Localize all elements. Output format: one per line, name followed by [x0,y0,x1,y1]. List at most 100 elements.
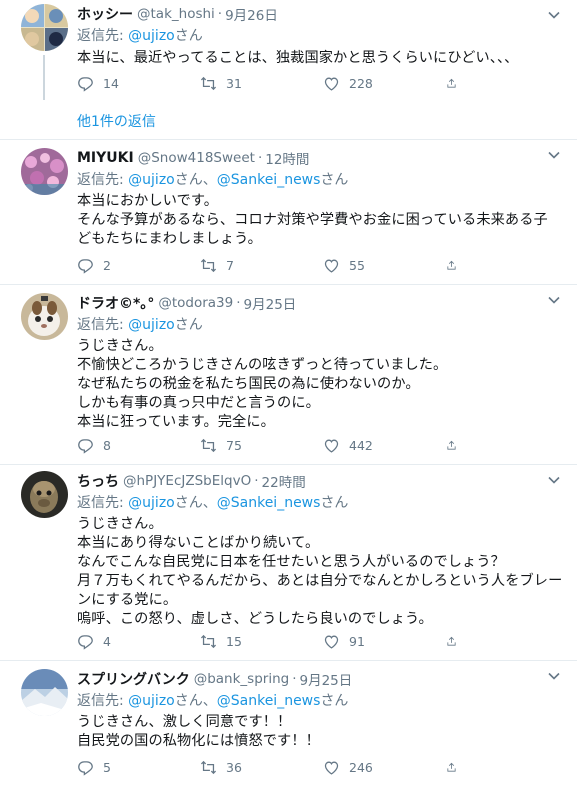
tweet-text: うじきさん、激しく同意です！！ 自民党の国の私物化には憤怒です！！ [77,713,565,751]
reply-icon [78,76,93,92]
share-button[interactable] [446,257,466,274]
display-name[interactable]: ドラオ©*｡° [77,293,154,313]
tweet-line: そんな予算があるなら、コロナ対策や学費やお金に困っている未来ある子 [77,212,548,228]
chevron-down-icon[interactable] [547,669,561,683]
share-button[interactable] [446,633,466,650]
tweet[interactable]: スプリングバンク @bank_spring · 9月25日 返信先: @ujiz… [0,661,577,791]
reply-button[interactable]: 4 [77,633,200,650]
reply-prefix: 返信先: [77,495,129,511]
retweet-icon [200,634,217,648]
retweet-button[interactable]: 36 [200,759,323,776]
display-name[interactable]: ホッシー [77,4,133,24]
mention-link[interactable]: @ujizo [128,495,175,511]
mention-link[interactable]: @ujizo [128,28,175,44]
tweet-line: 月７万もくれてやるんだから、あとは自分でなんとかしろという人をブレー [77,573,563,589]
retweet-button[interactable]: 31 [200,75,323,92]
timestamp[interactable]: 12時間 [265,148,309,168]
tweet-text: うじきさん。 本当にあり得ないことばかり続いて。 なんでこんな自民党に日本を任せ… [77,515,565,629]
share-icon [447,260,456,270]
chevron-down-icon[interactable] [547,473,561,487]
retweet-button[interactable]: 7 [200,257,323,274]
reply-button[interactable]: 14 [77,75,200,92]
retweet-count: 31 [226,75,242,91]
reply-to: 返信先: @ujizoさん、@Sankei_newsさん [77,492,565,512]
retweet-count: 75 [226,437,242,453]
show-more-replies-link[interactable]: 他1件の返信 [77,111,156,131]
reply-count: 14 [103,75,119,91]
tweet-line: 本当に、最近やってることは、独裁国家かと思うくらいにひどい、、、 [77,50,519,66]
user-handle[interactable]: @todora39 [158,295,233,311]
reply-mid: さん、 [174,495,217,511]
user-handle[interactable]: @hPJYEcJZSbElqvO [123,473,251,489]
reply-mid: さん、 [174,693,217,709]
tweet[interactable]: ちっち @hPJYEcJZSbElqvO · 22時間 返信先: @ujizoさ… [0,465,577,661]
reply-suffix: さん [320,172,349,188]
timestamp[interactable]: 9月26日 [225,4,278,24]
avatar[interactable] [21,471,68,518]
retweet-count: 15 [226,633,242,649]
reply-icon [78,760,93,776]
reply-prefix: 返信先: [77,693,129,709]
like-button[interactable]: 55 [323,257,446,274]
timestamp[interactable]: 22時間 [262,471,306,491]
reply-mid: さん、 [174,172,217,188]
tweet[interactable]: ホッシー @tak_hoshi · 9月26日 返信先: @ujizoさん 本当… [0,0,577,140]
tweet[interactable]: ドラオ©*｡° @todora39 · 9月25日 返信先: @ujizoさん … [0,285,577,465]
tweet-line: 嗚呼、この怒り、虚しさ、どうしたら良いのでしょう。 [77,611,433,627]
share-icon [447,762,456,772]
reply-suffix: さん [320,495,349,511]
mention-link[interactable]: @Sankei_news [217,495,321,511]
reply-icon [78,634,93,650]
tweet-line: 自民党の国の私物化には憤怒です！！ [77,733,320,749]
reply-button[interactable]: 2 [77,257,200,274]
avatar[interactable] [21,669,68,716]
reply-to: 返信先: @ujizoさん、@Sankei_newsさん [77,690,565,710]
reply-suffix: さん [174,317,203,333]
tweet[interactable]: MIYUKI @Snow418Sweet · 12時間 返信先: @ujizoさ… [0,140,577,285]
avatar[interactable] [21,293,68,340]
mention-link[interactable]: @ujizo [128,317,175,333]
share-button[interactable] [446,437,466,454]
like-count: 442 [349,437,373,453]
action-bar: 8 75 442 [77,435,477,455]
timestamp[interactable]: 9月25日 [300,669,353,689]
chevron-down-icon[interactable] [547,148,561,162]
avatar[interactable] [21,4,68,51]
like-count: 228 [349,75,373,91]
user-handle[interactable]: @bank_spring [194,671,290,687]
share-button[interactable] [446,75,466,92]
action-bar: 4 15 91 [77,631,477,651]
display-name[interactable]: ちっち [77,471,119,491]
like-button[interactable]: 228 [323,75,446,92]
retweet-button[interactable]: 15 [200,633,323,650]
like-button[interactable]: 442 [323,437,446,454]
retweet-count: 36 [226,759,242,775]
chevron-down-icon[interactable] [547,293,561,307]
tweet-line: うじきさん。 [77,516,163,532]
user-handle[interactable]: @Snow418Sweet [138,150,255,166]
mention-link[interactable]: @ujizo [128,172,175,188]
mention-link[interactable]: @Sankei_news [217,693,321,709]
share-button[interactable] [446,759,466,776]
tweet-line: 本当にあり得ないことばかり続いて。 [77,535,320,551]
reply-button[interactable]: 5 [77,759,200,776]
action-bar: 5 36 246 [77,757,477,777]
tweet-line: 不愉快どころかうじきさんの呟きずっと待っていました。 [77,357,448,373]
reply-count: 5 [103,759,111,775]
display-name[interactable]: MIYUKI [77,150,134,166]
tweet-line: 本当に狂っています。完全に。 [77,414,275,430]
heart-icon [324,259,339,273]
mention-link[interactable]: @Sankei_news [217,172,321,188]
retweet-button[interactable]: 75 [200,437,323,454]
user-handle[interactable]: @tak_hoshi [137,6,215,22]
timestamp[interactable]: 9月25日 [244,293,297,313]
reply-to: 返信先: @ujizoさん [77,25,565,45]
avatar[interactable] [21,148,68,195]
like-button[interactable]: 91 [323,633,446,650]
display-name[interactable]: スプリングバンク [77,669,190,689]
like-button[interactable]: 246 [323,759,446,776]
reply-button[interactable]: 8 [77,437,200,454]
mention-link[interactable]: @ujizo [128,693,175,709]
chevron-down-icon[interactable] [547,8,561,22]
reply-prefix: 返信先: [77,172,129,188]
